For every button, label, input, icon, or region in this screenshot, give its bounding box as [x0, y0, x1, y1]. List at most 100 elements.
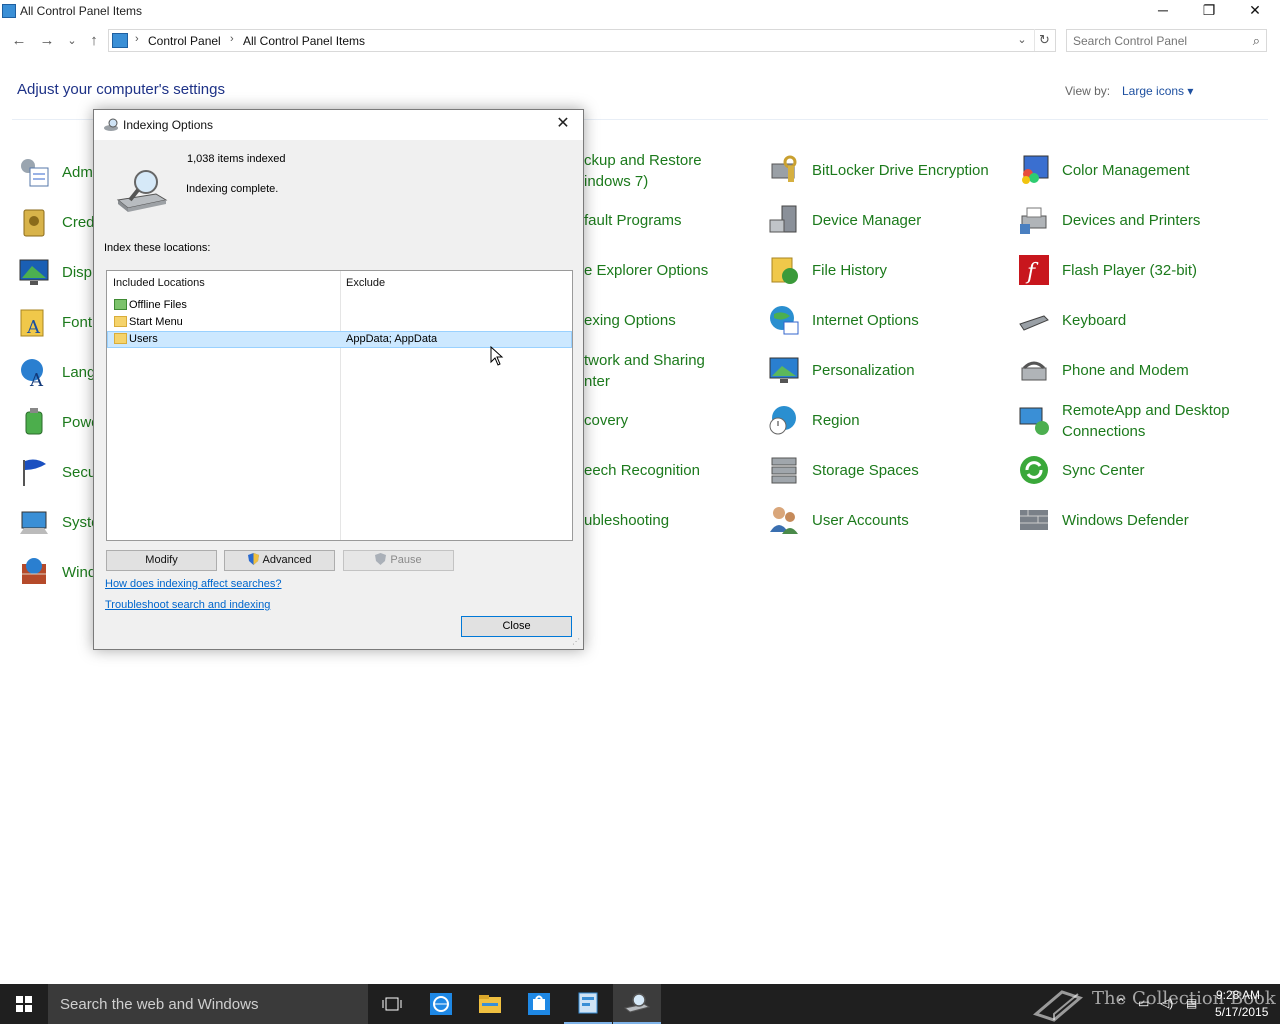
- cp-item-sync-center[interactable]: Sync Center: [1018, 450, 1258, 490]
- cp-item-region[interactable]: Region: [768, 400, 1008, 440]
- refresh-button[interactable]: ↻: [1034, 29, 1054, 51]
- taskbar-control-panel[interactable]: [564, 984, 612, 1024]
- cp-item-label[interactable]: fault Programs: [584, 210, 682, 231]
- column-header-exclude[interactable]: Exclude: [340, 271, 572, 295]
- volume-icon[interactable]: ◁): [1160, 996, 1173, 1010]
- cp-item-label[interactable]: Adm: [62, 162, 93, 183]
- cp-item-label[interactable]: RemoteApp and Desktop: [1062, 400, 1230, 421]
- view-by-dropdown[interactable]: Large icons ▾: [1122, 84, 1193, 98]
- cp-item-flash-player[interactable]: f Flash Player (32-bit): [1018, 250, 1258, 290]
- cp-item-label[interactable]: Storage Spaces: [812, 460, 919, 481]
- taskbar-indexing-options[interactable]: [613, 984, 661, 1024]
- cp-item-label[interactable]: eech Recognition: [584, 460, 700, 481]
- search-icon[interactable]: ⌕: [1253, 33, 1260, 49]
- cp-item-label[interactable]: Font: [62, 312, 92, 333]
- cp-item-label[interactable]: Region: [812, 410, 860, 431]
- taskbar-store[interactable]: [515, 984, 563, 1024]
- cp-item-label[interactable]: twork and Sharing: [584, 350, 705, 371]
- cp-item-label[interactable]: covery: [584, 410, 628, 431]
- start-button[interactable]: [0, 984, 48, 1024]
- taskbar-edge[interactable]: [417, 984, 465, 1024]
- cp-item-label[interactable]: Wind: [62, 562, 96, 583]
- cp-item-keyboard[interactable]: Keyboard: [1018, 300, 1258, 340]
- action-center-icon[interactable]: ▤: [1186, 996, 1197, 1010]
- cp-item-label[interactable]: File History: [812, 260, 887, 281]
- search-input[interactable]: [1073, 33, 1243, 49]
- cp-item-label[interactable]: Device Manager: [812, 210, 921, 231]
- cp-item-system[interactable]: Syste: [18, 502, 100, 542]
- task-view-button[interactable]: [368, 984, 416, 1024]
- address-bar[interactable]: › Control Panel › All Control Panel Item…: [108, 29, 1056, 52]
- cp-item-label[interactable]: Devices and Printers: [1062, 210, 1200, 231]
- restore-button[interactable]: ❐: [1186, 0, 1232, 22]
- cp-item-label[interactable]: Internet Options: [812, 310, 919, 331]
- cp-item-fonts[interactable]: A Font: [18, 302, 98, 342]
- cp-item-device-manager[interactable]: Device Manager: [768, 200, 1008, 240]
- breadcrumb-all-items[interactable]: All Control Panel Items: [243, 34, 365, 48]
- cp-item-label[interactable]: Disp: [62, 262, 92, 283]
- column-header-included[interactable]: Included Locations: [107, 271, 340, 295]
- cp-item-label[interactable]: Sync Center: [1062, 460, 1145, 481]
- tray-overflow-icon[interactable]: ⌃: [1116, 996, 1126, 1010]
- taskbar-file-explorer[interactable]: [466, 984, 514, 1024]
- advanced-button[interactable]: Advanced: [224, 550, 335, 571]
- cp-item-credential-manager[interactable]: Cred: [18, 202, 98, 242]
- cp-item-label[interactable]: exing Options: [584, 310, 676, 331]
- cp-item-storage-spaces[interactable]: Storage Spaces: [768, 450, 1008, 490]
- breadcrumb-separator[interactable]: ›: [135, 33, 139, 45]
- cp-item-user-accounts[interactable]: User Accounts: [768, 500, 1008, 540]
- troubleshoot-link[interactable]: Troubleshoot search and indexing: [105, 599, 270, 611]
- cp-item-label-line2[interactable]: indows 7): [584, 171, 648, 192]
- cp-item-label[interactable]: ubleshooting: [584, 510, 669, 531]
- network-icon[interactable]: ▭: [1138, 996, 1149, 1010]
- cp-item-bitlocker[interactable]: BitLocker Drive Encryption: [768, 150, 1008, 190]
- cp-item-administrative-tools[interactable]: Adm: [18, 152, 98, 192]
- cp-item-security-maintenance[interactable]: Secu: [18, 452, 98, 492]
- dialog-close-icon[interactable]: ✕: [551, 112, 575, 136]
- cp-item-phone-modem[interactable]: Phone and Modem: [1018, 350, 1258, 390]
- minimize-button[interactable]: ─: [1140, 0, 1186, 22]
- cp-item-label[interactable]: Personalization: [812, 360, 915, 381]
- breadcrumb-separator[interactable]: ›: [230, 33, 234, 45]
- up-button[interactable]: ↑: [84, 31, 104, 51]
- cp-item-windows-defender[interactable]: Windows Defender: [1018, 500, 1258, 540]
- cp-item-file-history[interactable]: File History: [768, 250, 1008, 290]
- cp-item-color-management[interactable]: Color Management: [1018, 150, 1258, 190]
- close-button[interactable]: Close: [461, 616, 572, 637]
- cp-item-internet-options[interactable]: Internet Options: [768, 300, 1008, 340]
- cp-item-label[interactable]: Lang: [62, 362, 95, 383]
- cp-item-power-options[interactable]: Powe: [18, 402, 100, 442]
- close-window-button[interactable]: ✕: [1232, 0, 1278, 22]
- address-history-dropdown[interactable]: ⌄: [1014, 29, 1030, 51]
- indexing-help-link[interactable]: How does indexing affect searches?: [105, 578, 282, 590]
- breadcrumb-control-panel[interactable]: Control Panel: [148, 34, 221, 48]
- cp-item-label[interactable]: ckup and Restore: [584, 150, 702, 171]
- locations-list[interactable]: Included Locations Exclude Offline Files…: [106, 270, 573, 541]
- cp-item-label[interactable]: BitLocker Drive Encryption: [812, 160, 989, 181]
- cp-item-remoteapp[interactable]: RemoteApp and Desktop Connections: [1018, 400, 1268, 440]
- cp-item-personalization[interactable]: Personalization: [768, 350, 1008, 390]
- cp-item-label[interactable]: Phone and Modem: [1062, 360, 1189, 381]
- clock-time[interactable]: 9:28 AM: [1216, 988, 1260, 1002]
- cp-item-label[interactable]: Windows Defender: [1062, 510, 1189, 531]
- cp-item-language[interactable]: A Lang: [18, 352, 98, 392]
- cp-item-label[interactable]: Flash Player (32-bit): [1062, 260, 1197, 281]
- cp-item-label-line2[interactable]: Connections: [1062, 421, 1145, 442]
- cp-item-label[interactable]: Secu: [62, 462, 96, 483]
- cp-item-label[interactable]: e Explorer Options: [584, 260, 708, 281]
- back-button[interactable]: ←: [9, 31, 29, 51]
- recent-locations-button[interactable]: ⌄: [62, 31, 82, 51]
- forward-button[interactable]: →: [37, 31, 57, 51]
- resize-grip-icon[interactable]: ⋰: [572, 638, 581, 647]
- location-row-start-menu[interactable]: Start Menu: [107, 314, 572, 331]
- clock-date[interactable]: 5/17/2015: [1215, 1005, 1268, 1019]
- search-box[interactable]: ⌕: [1066, 29, 1267, 52]
- taskbar-search-box[interactable]: Search the web and Windows: [48, 984, 368, 1024]
- modify-button[interactable]: Modify: [106, 550, 217, 571]
- cp-item-display[interactable]: Disp: [18, 252, 98, 292]
- cp-item-label[interactable]: Color Management: [1062, 160, 1190, 181]
- cp-item-label[interactable]: Keyboard: [1062, 310, 1126, 331]
- cp-item-label-line2[interactable]: nter: [584, 371, 610, 392]
- cp-item-devices-printers[interactable]: Devices and Printers: [1018, 200, 1258, 240]
- location-row-offline-files[interactable]: Offline Files: [107, 297, 572, 314]
